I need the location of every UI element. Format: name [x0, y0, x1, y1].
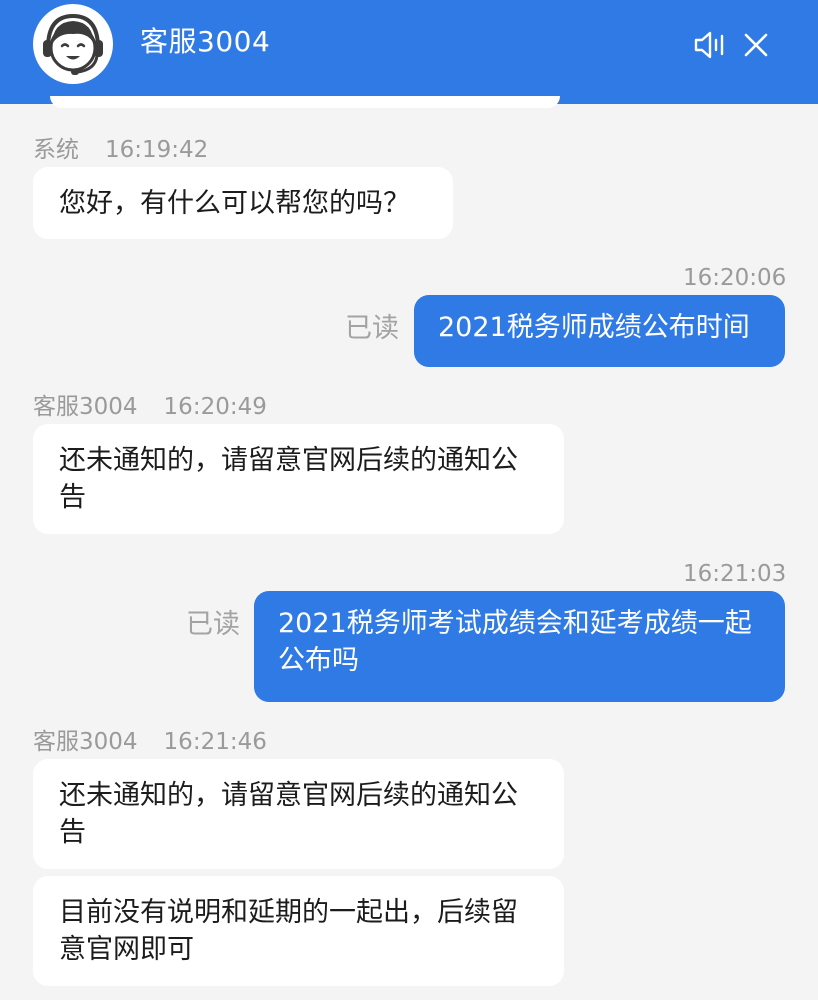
read-status: 已读: [186, 609, 240, 640]
agent-avatar-icon: [33, 4, 113, 84]
message-time: 16:21:03: [683, 561, 787, 587]
message-text: 您好，有什么可以帮您的吗？: [59, 188, 410, 219]
outgoing-message-bubble: 2021税务师考试成绩会和延考成绩一起公布吗: [254, 591, 785, 702]
read-status: 已读: [345, 313, 399, 344]
message-text: 2021税务师成绩公布时间: [438, 312, 750, 343]
message-sender: 客服3004: [33, 394, 138, 420]
message-sender: 客服3004: [33, 729, 138, 755]
close-icon[interactable]: [735, 24, 777, 66]
message-text: 还未通知的，请留意官网后续的通知公告: [59, 445, 518, 513]
message-meta: 客服3004 16:20:49: [33, 392, 267, 422]
message-text: 还未通知的，请留意官网后续的通知公告: [59, 780, 518, 848]
message-time: 16:20:49: [163, 394, 267, 420]
speaker-icon[interactable]: [690, 24, 732, 66]
message-sender: 系统: [33, 137, 79, 163]
incoming-message-bubble: 还未通知的，请留意官网后续的通知公告: [33, 424, 564, 534]
message-time: 16:19:42: [105, 137, 209, 163]
message-time: 16:20:06: [683, 265, 787, 291]
chat-header: 客服3004: [0, 0, 818, 104]
agent-name: 客服3004: [140, 25, 271, 58]
incoming-message-bubble: 目前没有说明和延期的一起出，后续留意官网即可: [33, 876, 564, 986]
message-time: 16:21:46: [163, 729, 267, 755]
message-text: 2021税务师考试成绩会和延考成绩一起公布吗: [278, 608, 752, 676]
incoming-message-bubble: 还未通知的，请留意官网后续的通知公告: [33, 759, 564, 869]
message-meta: 客服3004 16:21:46: [33, 727, 267, 757]
outgoing-message-bubble: 2021税务师成绩公布时间: [414, 295, 785, 367]
incoming-message-bubble: 您好，有什么可以帮您的吗？: [33, 167, 453, 239]
previous-message-bubble: [50, 96, 560, 108]
message-meta: 系统 16:19:42: [33, 135, 208, 165]
message-text: 目前没有说明和延期的一起出，后续留意官网即可: [59, 897, 518, 965]
